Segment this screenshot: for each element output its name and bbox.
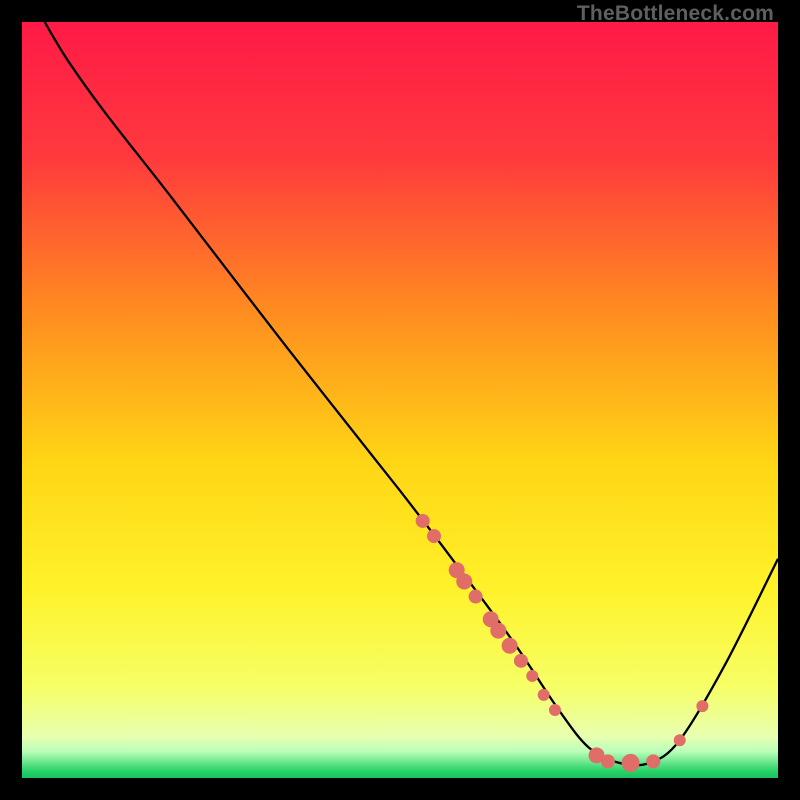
data-point xyxy=(416,514,430,528)
data-point xyxy=(526,670,538,682)
data-point xyxy=(490,623,506,639)
chart-svg xyxy=(22,22,778,778)
data-point xyxy=(456,573,472,589)
data-point xyxy=(502,638,518,654)
chart-frame xyxy=(22,22,778,778)
data-point xyxy=(601,754,615,768)
data-point xyxy=(514,654,528,668)
gradient-background xyxy=(22,22,778,778)
data-point xyxy=(622,754,640,772)
data-point xyxy=(538,689,550,701)
data-point xyxy=(549,704,561,716)
data-point xyxy=(696,700,708,712)
data-point xyxy=(674,734,686,746)
data-point xyxy=(646,754,660,768)
data-point xyxy=(427,529,441,543)
data-point xyxy=(469,590,483,604)
attribution-text: TheBottleneck.com xyxy=(577,2,774,26)
